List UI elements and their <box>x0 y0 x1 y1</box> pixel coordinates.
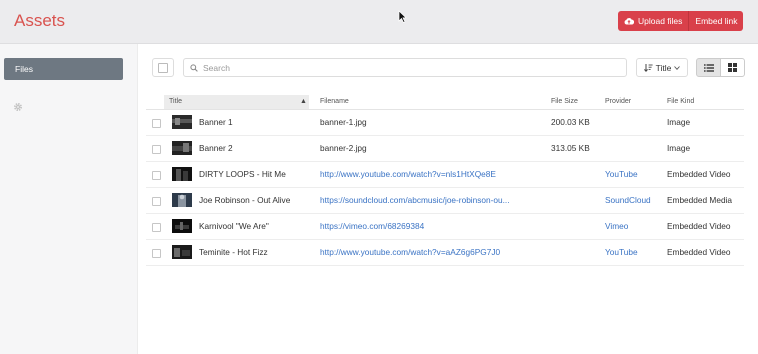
row-title: Karnivool "We Are" <box>199 221 269 231</box>
column-header-provider[interactable]: Provider <box>605 98 631 105</box>
video-thumbnail <box>172 219 192 233</box>
checkbox-box <box>158 62 168 73</box>
embed-link-label: Embed link <box>695 16 738 26</box>
upload-files-button[interactable]: Upload files <box>618 11 689 31</box>
list-view-button[interactable] <box>696 58 721 77</box>
row-filename: banner-1.jpg <box>320 117 367 127</box>
row-thumbnail <box>172 167 192 181</box>
table-row[interactable]: Banner 1 banner-1.jpg 200.03 KB Image <box>146 110 744 136</box>
assets-table: Title ▲ Filename File Size Provider File… <box>146 95 744 266</box>
page-title: Assets <box>14 11 66 30</box>
table-header: Title ▲ Filename File Size Provider File… <box>146 95 744 110</box>
app-header: Assets Upload files Embed link <box>0 0 758 44</box>
row-checkbox[interactable] <box>152 171 161 180</box>
video-thumbnail <box>172 245 192 259</box>
row-filekind: Embedded Video <box>667 169 731 179</box>
upload-files-label: Upload files <box>638 16 683 26</box>
table-body: Banner 1 banner-1.jpg 200.03 KB Image Banner… <box>146 110 744 266</box>
row-checkbox[interactable] <box>152 145 161 154</box>
table-row[interactable]: Banner 2 banner-2.jpg 313.05 KB Image <box>146 136 744 162</box>
gear-icon[interactable] <box>13 102 23 112</box>
row-title: Teminite - Hot Fizz <box>199 247 268 257</box>
table-row[interactable]: Karnivool "We Are" https://vimeo.com/6826… <box>146 214 744 240</box>
search-input[interactable] <box>203 62 603 73</box>
row-provider: SoundCloud <box>605 195 651 205</box>
sort-ascending-icon: ▲ <box>300 98 307 105</box>
search-icon <box>190 63 198 72</box>
row-checkbox[interactable] <box>152 249 161 258</box>
column-header-filesize[interactable]: File Size <box>551 98 578 105</box>
row-checkbox[interactable] <box>152 119 161 128</box>
row-provider: Vimeo <box>605 221 629 231</box>
sidebar-item-label: Files <box>15 64 33 74</box>
row-filename: banner-2.jpg <box>320 143 367 153</box>
video-thumbnail <box>172 167 192 181</box>
embed-link-button[interactable]: Embed link <box>688 11 744 31</box>
mouse-cursor-icon <box>398 10 407 23</box>
row-filekind: Image <box>667 117 691 127</box>
table-row[interactable]: Joe Robinson - Out Alive https://soundclo… <box>146 188 744 214</box>
list-view-icon <box>703 63 714 72</box>
row-filename[interactable]: http://www.youtube.com/watch?v=aAZ6g6PG7… <box>320 240 500 265</box>
column-header-filekind[interactable]: File Kind <box>667 98 694 105</box>
row-filename[interactable]: http://www.youtube.com/watch?v=nls1HtXQe… <box>320 162 496 187</box>
row-thumbnail <box>172 193 192 207</box>
table-row[interactable]: DIRTY LOOPS - Hit Me http://www.youtube.c… <box>146 162 744 188</box>
row-filesize: 200.03 KB <box>551 117 590 127</box>
column-header-filename[interactable]: Filename <box>320 98 349 105</box>
row-thumbnail <box>172 141 192 155</box>
cloud-upload-icon <box>624 18 634 25</box>
row-filekind: Embedded Video <box>667 221 731 231</box>
search-field[interactable] <box>183 58 627 77</box>
sidebar: Files <box>0 44 138 354</box>
sort-dropdown[interactable]: Title <box>636 58 688 77</box>
sort-icon <box>643 64 653 72</box>
sidebar-item-files[interactable]: Files <box>4 58 123 80</box>
row-filename[interactable]: https://vimeo.com/68269384 <box>320 214 424 239</box>
row-provider: YouTube <box>605 247 638 257</box>
chevron-down-icon <box>674 65 681 70</box>
row-filename[interactable]: https://soundcloud.com/abcmusic/joe-robi… <box>320 188 510 213</box>
header-button-group: Upload files Embed link <box>618 11 744 31</box>
row-thumbnail <box>172 245 192 259</box>
media-thumbnail <box>172 193 192 207</box>
column-header-title[interactable]: Title <box>169 98 182 105</box>
grid-view-icon <box>728 63 737 72</box>
row-checkbox[interactable] <box>152 197 161 206</box>
row-filekind: Embedded Video <box>667 247 731 257</box>
row-checkbox[interactable] <box>152 223 161 232</box>
row-title: Banner 1 <box>199 117 233 127</box>
row-title: DIRTY LOOPS - Hit Me <box>199 169 286 179</box>
image-thumbnail <box>172 141 192 155</box>
row-filekind: Image <box>667 143 691 153</box>
row-provider: YouTube <box>605 169 638 179</box>
row-title: Banner 2 <box>199 143 233 153</box>
row-title: Joe Robinson - Out Alive <box>199 195 291 205</box>
row-filesize: 313.05 KB <box>551 143 590 153</box>
sorted-column-highlight <box>164 95 309 109</box>
row-thumbnail <box>172 219 192 233</box>
grid-view-button[interactable] <box>720 58 745 77</box>
table-row[interactable]: Teminite - Hot Fizz http://www.youtube.co… <box>146 240 744 266</box>
row-thumbnail <box>172 115 192 129</box>
sort-label: Title <box>655 62 672 73</box>
row-filekind: Embedded Media <box>667 195 733 205</box>
select-all-checkbox[interactable] <box>152 58 174 77</box>
image-thumbnail <box>172 115 192 129</box>
